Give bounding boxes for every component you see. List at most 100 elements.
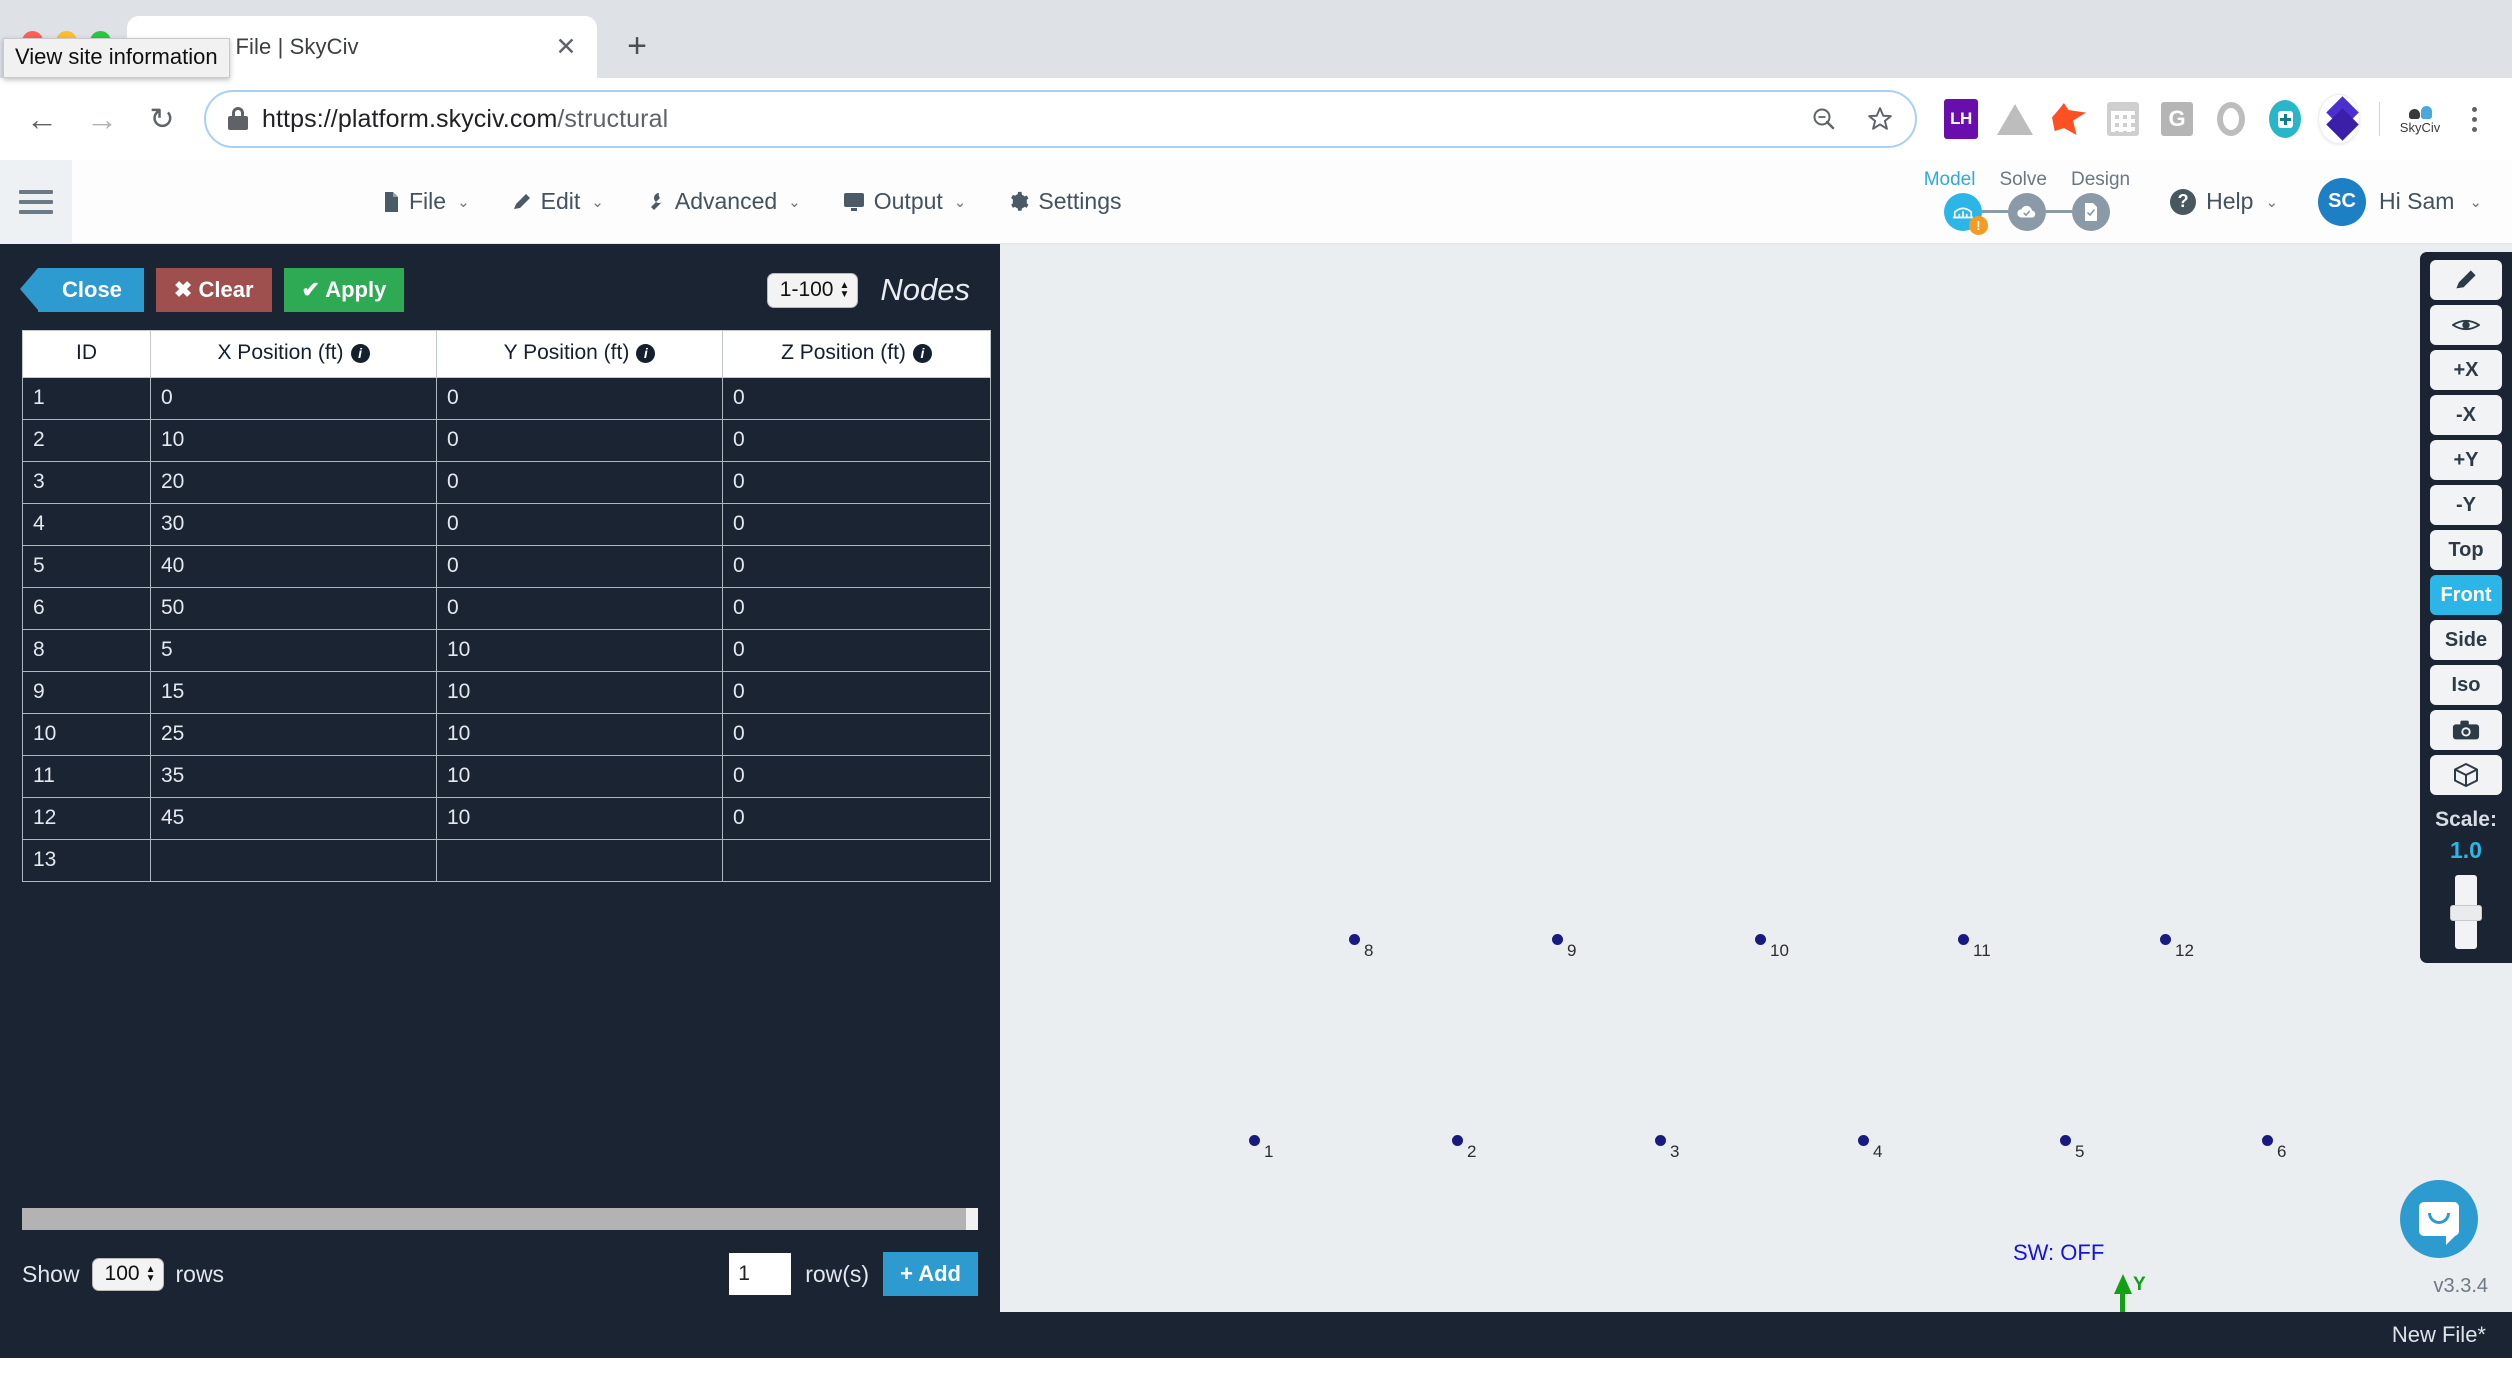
cell-y[interactable]: 10 xyxy=(436,755,723,798)
cell-x[interactable]: 5 xyxy=(150,629,437,672)
cell-id[interactable]: 3 xyxy=(22,461,151,504)
cell-x[interactable]: 50 xyxy=(150,587,437,630)
cell-y[interactable]: 0 xyxy=(436,587,723,630)
scale-slider[interactable] xyxy=(2450,875,2482,949)
cell-z[interactable]: 0 xyxy=(722,671,991,714)
grammarly-extension-icon[interactable]: G xyxy=(2157,99,2197,139)
cell-z[interactable]: 0 xyxy=(722,755,991,798)
cell-id[interactable]: 5 xyxy=(22,545,151,588)
menu-item-output[interactable]: Output ⌄ xyxy=(843,188,966,215)
screenshot-tool-button[interactable] xyxy=(2430,710,2502,750)
hamburger-menu-icon[interactable] xyxy=(0,159,72,244)
back-button[interactable]: ← xyxy=(14,91,70,147)
table-row[interactable]: 12 45 10 0 xyxy=(22,797,991,840)
intercom-chat-button[interactable] xyxy=(2400,1180,2478,1258)
visibility-tool-button[interactable] xyxy=(2430,305,2502,345)
cell-x[interactable]: 10 xyxy=(150,419,437,462)
cell-y[interactable]: 0 xyxy=(436,461,723,504)
stepper-model-button[interactable]: ! xyxy=(1943,192,1988,235)
minus-x-view-button[interactable]: -X xyxy=(2430,395,2502,435)
new-tab-button[interactable]: + xyxy=(613,22,661,70)
table-row[interactable]: 2 10 0 0 xyxy=(22,419,991,462)
calendar-extension-icon[interactable] xyxy=(2103,99,2143,139)
table-row[interactable]: 9 15 10 0 xyxy=(22,671,991,714)
scale-slider-knob[interactable] xyxy=(2450,905,2482,921)
cell-z[interactable]: 0 xyxy=(722,377,991,420)
minus-y-view-button[interactable]: -Y xyxy=(2430,485,2502,525)
info-icon[interactable]: i xyxy=(636,343,656,363)
horizontal-scrollbar[interactable] xyxy=(22,1208,978,1230)
zoom-out-icon[interactable] xyxy=(1803,98,1845,140)
forward-button[interactable]: → xyxy=(74,91,130,147)
cell-id[interactable]: 11 xyxy=(22,755,151,798)
cell-z[interactable]: 0 xyxy=(722,461,991,504)
bookmark-star-icon[interactable] xyxy=(1859,98,1901,140)
cell-y[interactable]: 0 xyxy=(436,545,723,588)
oval-extension-icon[interactable] xyxy=(2211,99,2251,139)
cell-x[interactable]: 30 xyxy=(150,503,437,546)
model-canvas[interactable]: 12345689101112 SW: OFF Y X SkyCiv CLOUD … xyxy=(1000,244,2512,1312)
rows-per-page-select[interactable]: 100 ▲ ▼ xyxy=(91,1257,164,1291)
menu-item-settings[interactable]: Settings xyxy=(1008,188,1121,215)
cell-y[interactable] xyxy=(436,839,723,882)
close-button[interactable]: Close xyxy=(20,268,144,312)
iso-view-button[interactable]: Iso xyxy=(2430,665,2502,705)
table-row[interactable]: 3 20 0 0 xyxy=(22,461,991,504)
cell-id[interactable]: 13 xyxy=(22,839,151,882)
cell-x[interactable]: 20 xyxy=(150,461,437,504)
menu-item-advanced[interactable]: Advanced ⌄ xyxy=(646,188,801,215)
stepper-design-button[interactable] xyxy=(2071,192,2110,231)
add-row-button[interactable]: + Add xyxy=(883,1252,978,1296)
node-dot[interactable] xyxy=(1552,934,1563,945)
cell-y[interactable]: 0 xyxy=(436,377,723,420)
cell-x[interactable]: 40 xyxy=(150,545,437,588)
menu-item-edit[interactable]: Edit ⌄ xyxy=(512,188,604,215)
cell-x[interactable]: 25 xyxy=(150,713,437,756)
node-dot[interactable] xyxy=(1958,934,1969,945)
cell-x[interactable]: 35 xyxy=(150,755,437,798)
tab-close-icon[interactable]: ✕ xyxy=(549,30,583,64)
help-menu[interactable]: ? Help ⌄ xyxy=(2170,188,2278,215)
column-header-z[interactable]: Z Position (ft) i xyxy=(722,330,991,378)
cell-id[interactable]: 1 xyxy=(22,377,151,420)
diamond-extension-icon[interactable] xyxy=(2319,95,2359,143)
node-dot[interactable] xyxy=(1452,1135,1463,1146)
cell-y[interactable]: 10 xyxy=(436,797,723,840)
table-row[interactable]: 11 35 10 0 xyxy=(22,755,991,798)
cell-id[interactable]: 10 xyxy=(22,713,151,756)
cell-z[interactable]: 0 xyxy=(722,503,991,546)
node-dot[interactable] xyxy=(1858,1135,1869,1146)
node-dot[interactable] xyxy=(1755,934,1766,945)
table-row[interactable]: 4 30 0 0 xyxy=(22,503,991,546)
cell-id[interactable]: 9 xyxy=(22,671,151,714)
cell-y[interactable]: 10 xyxy=(436,629,723,672)
info-icon[interactable]: i xyxy=(912,343,932,363)
cell-id[interactable]: 6 xyxy=(22,587,151,630)
cell-id[interactable]: 8 xyxy=(22,629,151,672)
node-dot[interactable] xyxy=(2160,934,2171,945)
node-dot[interactable] xyxy=(2262,1135,2273,1146)
node-dot[interactable] xyxy=(1349,934,1360,945)
info-icon[interactable]: i xyxy=(350,343,370,363)
pencil-tool-button[interactable] xyxy=(2430,260,2502,300)
column-header-id[interactable]: ID xyxy=(22,330,151,378)
user-menu[interactable]: SC Hi Sam ⌄ xyxy=(2318,177,2482,226)
table-row[interactable]: 8 5 10 0 xyxy=(22,629,991,672)
cell-y[interactable]: 0 xyxy=(436,419,723,462)
skyciv-profile-icon[interactable]: SkyCiv xyxy=(2400,99,2440,139)
reload-button[interactable]: ↻ xyxy=(134,91,190,147)
cell-z[interactable]: 0 xyxy=(722,419,991,462)
stepper-solve-button[interactable] xyxy=(2007,192,2046,231)
table-row[interactable]: 6 50 0 0 xyxy=(22,587,991,630)
plus-x-view-button[interactable]: +X xyxy=(2430,350,2502,390)
front-view-button[interactable]: Front xyxy=(2430,575,2502,615)
cell-x[interactable]: 45 xyxy=(150,797,437,840)
node-dot[interactable] xyxy=(2060,1135,2071,1146)
cell-y[interactable]: 0 xyxy=(436,503,723,546)
node-dot[interactable] xyxy=(1655,1135,1666,1146)
address-bar[interactable]: https://platform.skyciv.com/structural xyxy=(204,90,1917,148)
add-rows-input[interactable] xyxy=(729,1253,792,1295)
cell-z[interactable]: 0 xyxy=(722,797,991,840)
row-range-select[interactable]: 1-100 ▲ ▼ xyxy=(766,272,859,308)
table-row[interactable]: 13 xyxy=(22,839,991,882)
